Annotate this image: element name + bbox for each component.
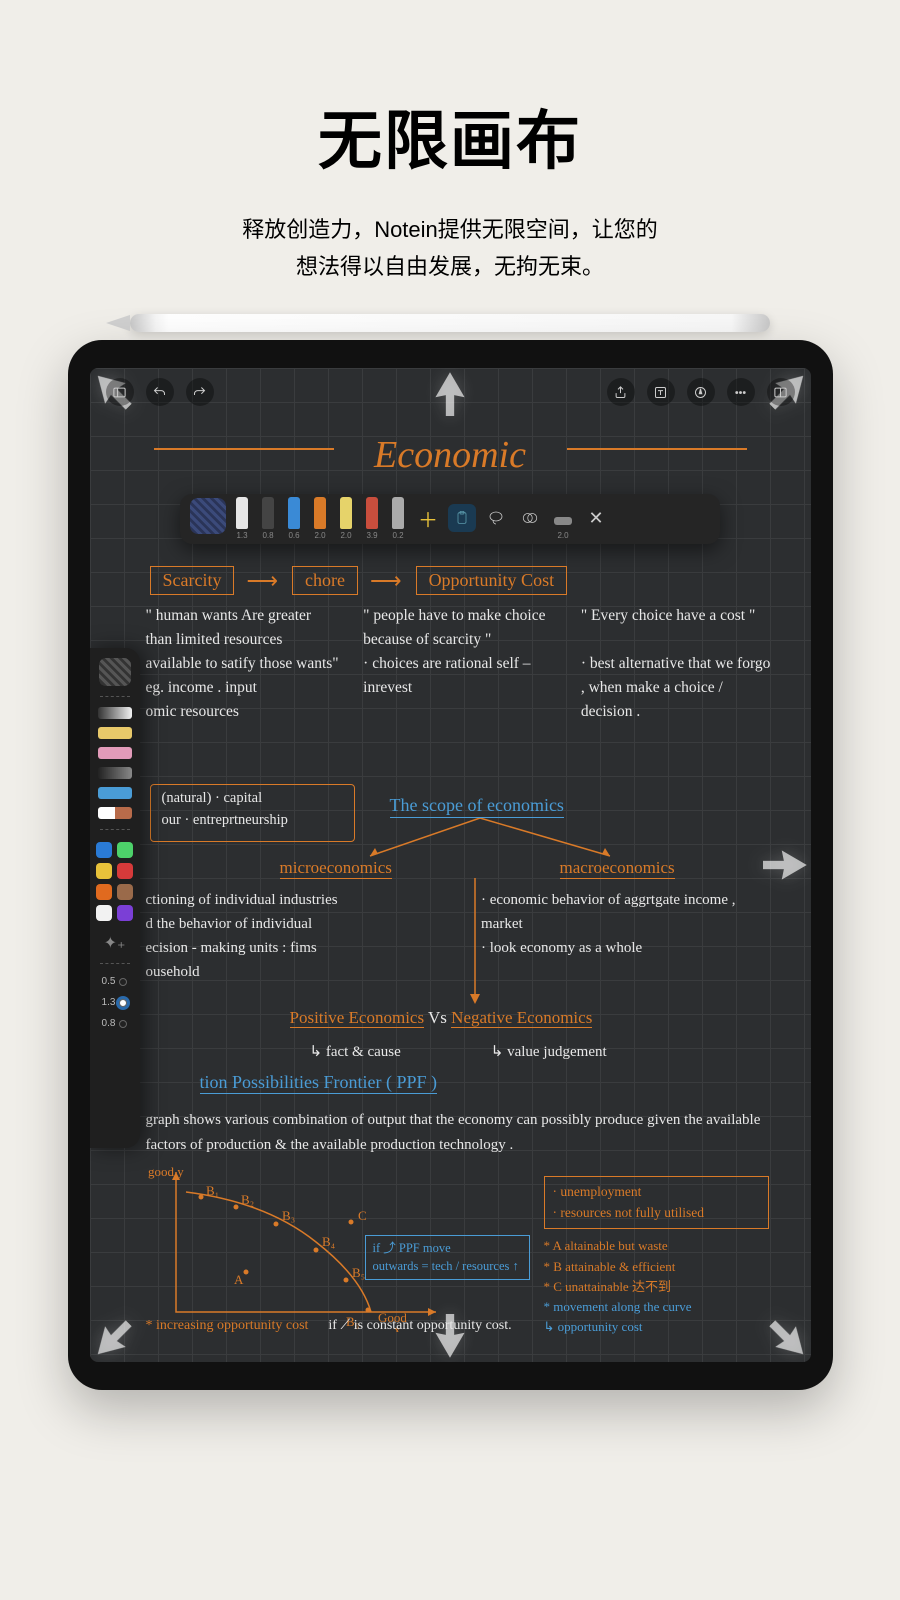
svg-text:good y: good y: [148, 1164, 184, 1179]
mid-arrow-down: [465, 878, 485, 1008]
side-toolbar[interactable]: ✦₊ 0.5 1.3 0.8: [90, 648, 140, 1148]
undo-icon[interactable]: [146, 378, 174, 406]
expand-right-icon: [763, 840, 811, 890]
pen-3[interactable]: 0.6: [284, 497, 304, 540]
micro-macro-cols: ctioning of individual industries d the …: [146, 888, 777, 984]
redo-icon[interactable]: [186, 378, 214, 406]
box-chore: chore: [292, 566, 358, 595]
pen-6[interactable]: 3.9: [362, 497, 382, 540]
svg-text:B₄: B₄: [322, 1234, 336, 1249]
title-line-left: [154, 448, 334, 450]
ppf-heading: tion Possibilities Frontier ( PPF ): [200, 1072, 438, 1094]
swatch-blue[interactable]: [96, 842, 112, 858]
svg-text:C: C: [358, 1208, 367, 1223]
value-text: ↳ value judgement: [491, 1042, 607, 1061]
legend-box: · unemployment· resources not fully util…: [544, 1176, 769, 1229]
pen-tray[interactable]: 1.3 0.8 0.6 2.0 2.0 3.9 0.2 ＋ 2.0 ✕: [180, 494, 720, 544]
text-tool-icon[interactable]: [647, 378, 675, 406]
hero-sub-line-2: 想法得以自由发展，无拘无束。: [0, 249, 900, 284]
fact-text: ↳ fact & cause: [310, 1042, 401, 1061]
bottom-notes: * increasing opportunity cost if ⟋ is co…: [146, 1318, 781, 1334]
arrow-icon: ⟶: [370, 568, 404, 594]
swatch-green[interactable]: [117, 842, 133, 858]
box-scarcity: Scarcity: [150, 566, 235, 595]
tablet-frame: Economic 1.3 0.8 0.6 2.0 2.0 3.9 0.2 ＋ 2…: [68, 340, 833, 1390]
pen-style-icon[interactable]: [687, 378, 715, 406]
positive-vs-negative: Positive Economics Vs Negative Economics: [290, 1008, 771, 1028]
brush-6[interactable]: [98, 807, 132, 819]
share-icon[interactable]: [607, 378, 635, 406]
brush-4[interactable]: [98, 767, 132, 779]
swatch-brown[interactable]: [117, 884, 133, 900]
split-view-icon[interactable]: [767, 378, 795, 406]
more-icon[interactable]: [727, 378, 755, 406]
expand-downleft-icon: [90, 1306, 146, 1362]
hero-title: 无限画布: [0, 90, 900, 182]
size-1.3[interactable]: 1.3: [102, 997, 128, 1008]
ppf-body: graph shows various combination of outpu…: [146, 1108, 777, 1158]
size-0.5[interactable]: 0.5: [102, 976, 128, 987]
col-scarcity: " human wants Are greater than limited r…: [146, 604, 342, 724]
box-oppcost: Opportunity Cost: [416, 566, 568, 595]
pen-5[interactable]: 2.0: [336, 497, 356, 540]
brush-3[interactable]: [98, 747, 132, 759]
col-macro: · economic behavior of aggrtgate income …: [481, 888, 777, 984]
clipboard-icon[interactable]: [448, 504, 476, 532]
definition-columns: " human wants Are greater than limited r…: [146, 604, 777, 724]
canvas-screen[interactable]: Economic 1.3 0.8 0.6 2.0 2.0 3.9 0.2 ＋ 2…: [90, 368, 811, 1362]
color-palette[interactable]: [96, 842, 133, 921]
pen-2[interactable]: 0.8: [258, 497, 278, 540]
macro-heading: macroeconomics: [560, 858, 675, 879]
swatch-white[interactable]: [96, 905, 112, 921]
col-micro: ctioning of individual industries d the …: [146, 888, 442, 984]
add-pen-icon[interactable]: ＋: [414, 504, 442, 532]
apple-pencil: [130, 314, 770, 332]
micro-heading: microeconomics: [280, 858, 392, 879]
swatch-yellow[interactable]: [96, 863, 112, 879]
svg-text:A: A: [234, 1272, 244, 1287]
shape-icon[interactable]: [516, 504, 544, 532]
swatch-red[interactable]: [117, 863, 133, 879]
concept-row: Scarcity ⟶ chore ⟶ Opportunity Cost: [150, 566, 771, 595]
svg-text:B₃: B₃: [282, 1208, 295, 1223]
top-toolbar: [90, 374, 811, 410]
svg-text:B₂: B₂: [241, 1192, 254, 1207]
pen-4[interactable]: 2.0: [310, 497, 330, 540]
brush-2[interactable]: [98, 727, 132, 739]
hero-sub-line-1: 释放创造力，Notein提供无限空间，让您的: [0, 212, 900, 247]
pen-7[interactable]: 0.2: [388, 497, 408, 540]
hero-subtitle: 释放创造力，Notein提供无限空间，让您的 想法得以自由发展，无拘无束。: [0, 212, 900, 284]
brush-1[interactable]: [98, 707, 132, 719]
col-oppcost: " Every choice have a cost " · best alte…: [581, 604, 777, 724]
col-chore: " people have to make choice because of …: [363, 604, 559, 724]
sidebar-toggle-icon[interactable]: [106, 378, 134, 406]
add-swatch-icon[interactable]: ✦₊: [104, 933, 126, 953]
title-line-right: [567, 448, 747, 450]
fact-value-row: ↳ fact & cause ↳ value judgement: [310, 1042, 771, 1061]
swatch-purple[interactable]: [117, 905, 133, 921]
arrow-icon: ⟶: [246, 568, 280, 594]
pen-1[interactable]: 1.3: [232, 497, 252, 540]
scope-arrows: [350, 818, 650, 863]
brush-5[interactable]: [98, 787, 132, 799]
size-0.8[interactable]: 0.8: [102, 1018, 128, 1029]
eraser-size[interactable]: 2.0: [550, 517, 576, 540]
ppf-move-box: if ⤴ PPF moveoutwards = tech / resources…: [365, 1235, 530, 1280]
close-tray-icon[interactable]: ✕: [582, 504, 610, 532]
current-stroke-preview[interactable]: [190, 498, 226, 534]
svg-text:B₁: B₁: [206, 1183, 219, 1198]
side-stroke-preview[interactable]: [99, 658, 131, 686]
lasso-icon[interactable]: [482, 504, 510, 532]
svg-text:B₅: B₅: [352, 1265, 365, 1280]
scope-heading: The scope of economics: [390, 795, 564, 818]
swatch-orange[interactable]: [96, 884, 112, 900]
natural-capital-text: (natural) · capital our · entreprtneursh…: [162, 788, 288, 832]
note-title: Economic: [374, 433, 526, 477]
